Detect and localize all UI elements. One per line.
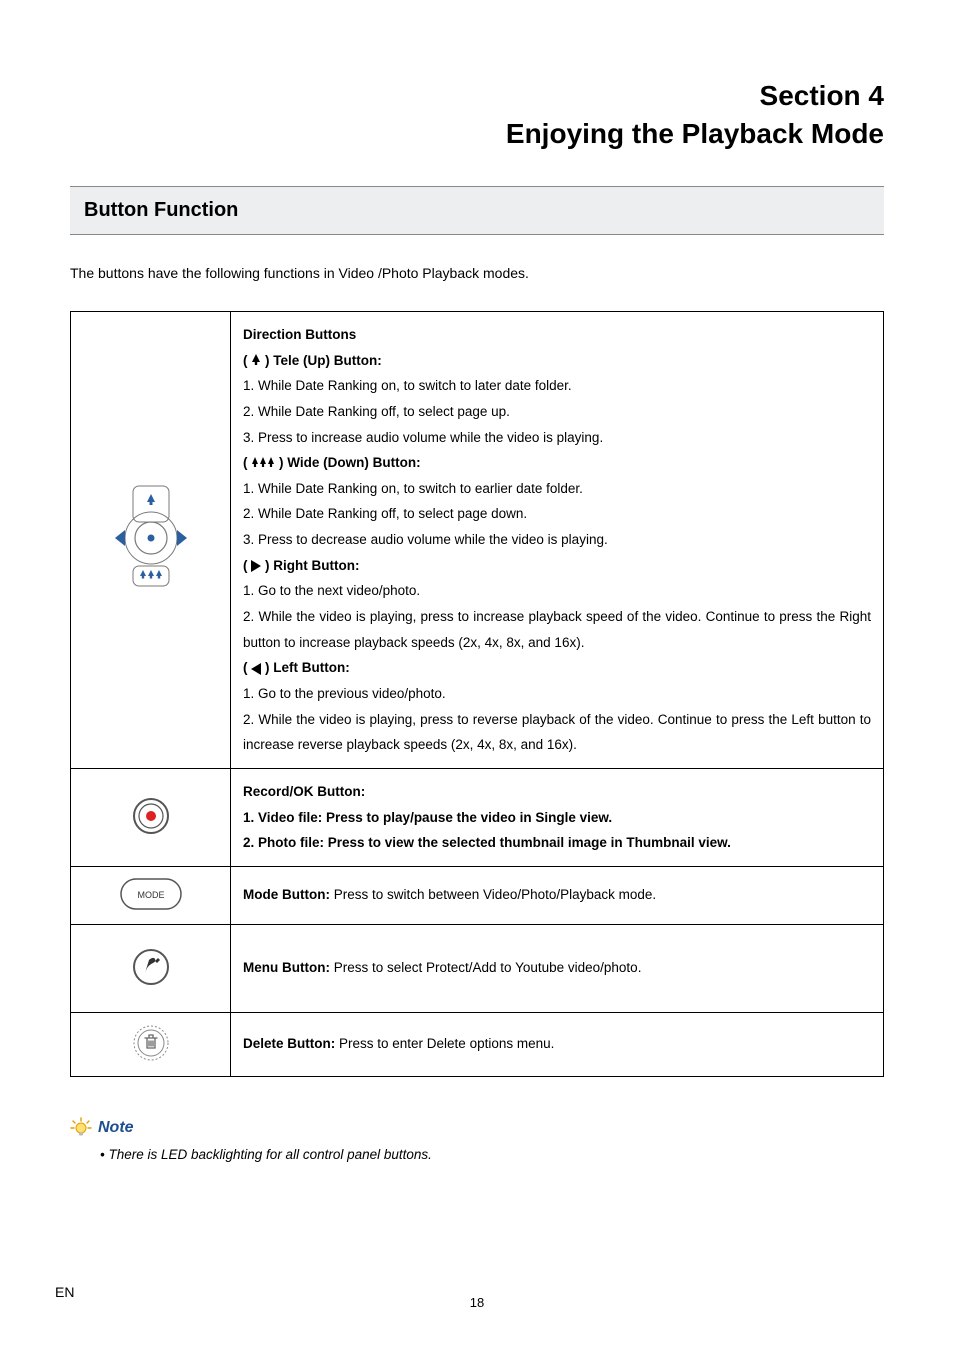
footer-page-number: 18 [0, 1295, 954, 1310]
note-label: Note [98, 1119, 134, 1137]
record-ok-line2: 2. Photo file: Press to view the selecte… [243, 830, 871, 856]
button-function-heading: Button Function [70, 186, 884, 235]
delete-desc: Press to enter Delete options menu. [339, 1036, 554, 1051]
tele-line2: 2. While Date Ranking off, to select pag… [243, 399, 871, 425]
table-row: Direction Buttons ( ) Tele (Up) Button: … [71, 312, 884, 769]
tele-line3: 3. Press to increase audio volume while … [243, 425, 871, 451]
label-prefix: ( [243, 353, 251, 368]
tele-line1: 1. While Date Ranking on, to switch to l… [243, 373, 871, 399]
direction-header: Direction Buttons [243, 322, 871, 348]
wide-line3: 3. Press to decrease audio volume while … [243, 527, 871, 553]
table-row: Menu Button: Press to select Protect/Add… [71, 924, 884, 1012]
lightbulb-icon [70, 1117, 92, 1139]
label-suffix: ) Wide (Down) Button: [279, 455, 421, 470]
menu-description-cell: Menu Button: Press to select Protect/Add… [231, 924, 884, 1012]
record-ok-line1: 1. Video file: Press to play/pause the v… [243, 805, 871, 831]
direction-description-cell: Direction Buttons ( ) Tele (Up) Button: … [231, 312, 884, 769]
record-ok-icon [131, 796, 171, 836]
menu-label: Menu Button: [243, 960, 334, 975]
section-title: Enjoying the Playback Mode [70, 118, 884, 150]
record-ok-icon-cell [71, 768, 231, 866]
tree-single-icon [251, 354, 261, 368]
function-table: Direction Buttons ( ) Tele (Up) Button: … [70, 311, 884, 1077]
triangle-right-icon [251, 560, 261, 572]
label-prefix: ( [243, 660, 251, 675]
table-row: Record/OK Button: 1. Video file: Press t… [71, 768, 884, 866]
label-prefix: ( [243, 558, 251, 573]
triangle-left-icon [251, 663, 261, 675]
mode-button-icon: MODE [119, 877, 183, 911]
delete-button-icon [131, 1023, 171, 1063]
section-label: Section 4 [70, 80, 884, 112]
label-suffix: ) Right Button: [265, 558, 359, 573]
delete-label: Delete Button: [243, 1036, 339, 1051]
wide-line2: 2. While Date Ranking off, to select pag… [243, 501, 871, 527]
left-line2: 2. While the video is playing, press to … [243, 707, 871, 758]
tree-triple-icon [251, 457, 275, 471]
intro-text: The buttons have the following functions… [70, 265, 884, 281]
direction-pad-icon-cell [71, 312, 231, 769]
right-button-label: ( ) Right Button: [243, 553, 871, 579]
menu-desc: Press to select Protect/Add to Youtube v… [334, 960, 642, 975]
delete-description-cell: Delete Button: Press to enter Delete opt… [231, 1012, 884, 1076]
mode-label: Mode Button: [243, 887, 334, 902]
record-ok-description-cell: Record/OK Button: 1. Video file: Press t… [231, 768, 884, 866]
mode-desc: Press to switch between Video/Photo/Play… [334, 887, 656, 902]
label-prefix: ( [243, 455, 251, 470]
table-row: MODE Mode Button: Press to switch betwee… [71, 866, 884, 924]
left-button-label: ( ) Left Button: [243, 655, 871, 681]
tele-up-label: ( ) Tele (Up) Button: [243, 348, 871, 374]
mode-description-cell: Mode Button: Press to switch between Vid… [231, 866, 884, 924]
left-line1: 1. Go to the previous video/photo. [243, 681, 871, 707]
direction-pad-icon [91, 478, 211, 598]
note-row: Note [70, 1117, 884, 1139]
note-bullet: • There is LED backlighting for all cont… [100, 1147, 884, 1162]
delete-icon-cell [71, 1012, 231, 1076]
wide-down-label: ( ) Wide (Down) Button: [243, 450, 871, 476]
svg-text:MODE: MODE [137, 890, 164, 900]
menu-icon-cell [71, 924, 231, 1012]
label-suffix: ) Tele (Up) Button: [265, 353, 382, 368]
mode-icon-cell: MODE [71, 866, 231, 924]
right-line1: 1. Go to the next video/photo. [243, 578, 871, 604]
table-row: Delete Button: Press to enter Delete opt… [71, 1012, 884, 1076]
record-ok-header: Record/OK Button: [243, 779, 871, 805]
wide-line1: 1. While Date Ranking on, to switch to e… [243, 476, 871, 502]
menu-button-icon [131, 947, 171, 987]
right-line2: 2. While the video is playing, press to … [243, 604, 871, 655]
label-suffix: ) Left Button: [265, 660, 350, 675]
